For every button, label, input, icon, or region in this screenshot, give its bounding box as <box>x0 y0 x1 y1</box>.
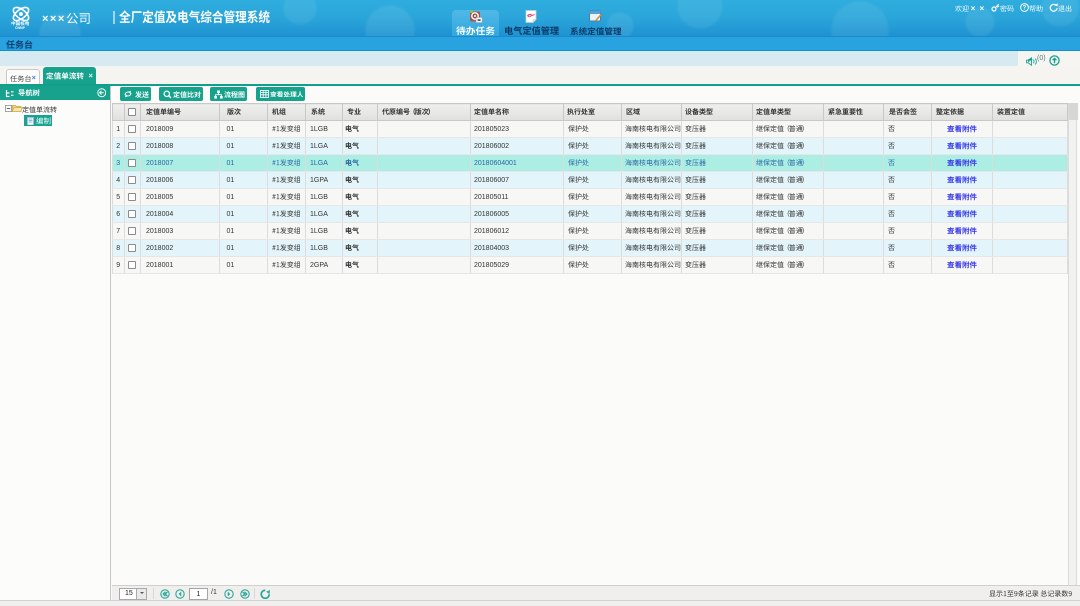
svg-text:?: ? <box>1023 6 1027 12</box>
